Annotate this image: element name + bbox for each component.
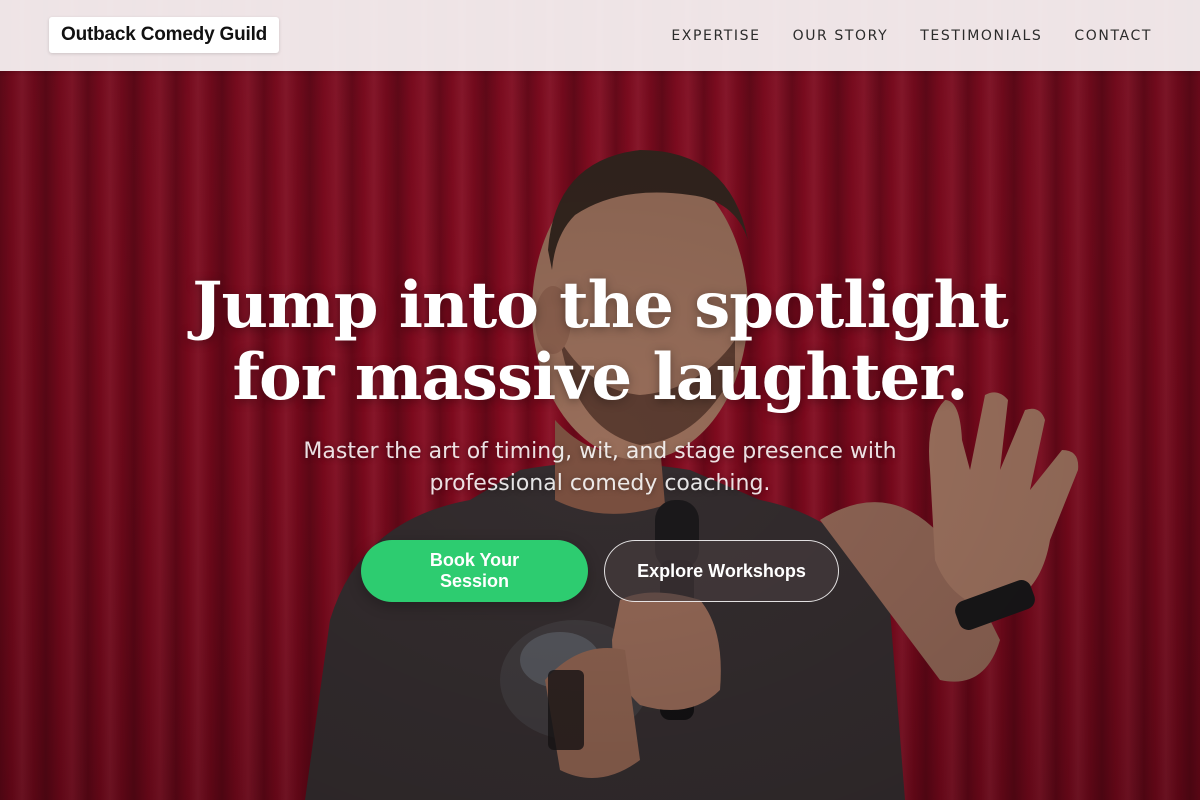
hero-headline: Jump into the spotlight for massive laug… (0, 270, 1200, 414)
hero-headline-line1: Jump into the spotlight (192, 268, 1009, 343)
nav-our-story[interactable]: OUR STORY (793, 28, 889, 44)
site-header: Outback Comedy Guild EXPERTISE OUR STORY… (0, 0, 1200, 71)
hero-section: Jump into the spotlight for massive laug… (0, 270, 1200, 602)
nav-testimonials[interactable]: TESTIMONIALS (920, 28, 1042, 44)
nav-contact[interactable]: CONTACT (1074, 28, 1152, 44)
book-session-button[interactable]: Book Your Session (361, 540, 588, 602)
explore-workshops-button[interactable]: Explore Workshops (604, 540, 839, 602)
hero-headline-line2: for massive laughter. (232, 340, 969, 415)
nav-expertise[interactable]: EXPERTISE (671, 28, 760, 44)
landing-page: Outback Comedy Guild EXPERTISE OUR STORY… (0, 0, 1200, 800)
hero-subheadline: Master the art of timing, wit, and stage… (303, 439, 897, 496)
brand-logo[interactable]: Outback Comedy Guild (49, 17, 280, 53)
main-nav: EXPERTISE OUR STORY TESTIMONIALS CONTACT (671, 0, 1152, 71)
cta-group: Book Your Session Explore Workshops (0, 540, 1200, 602)
